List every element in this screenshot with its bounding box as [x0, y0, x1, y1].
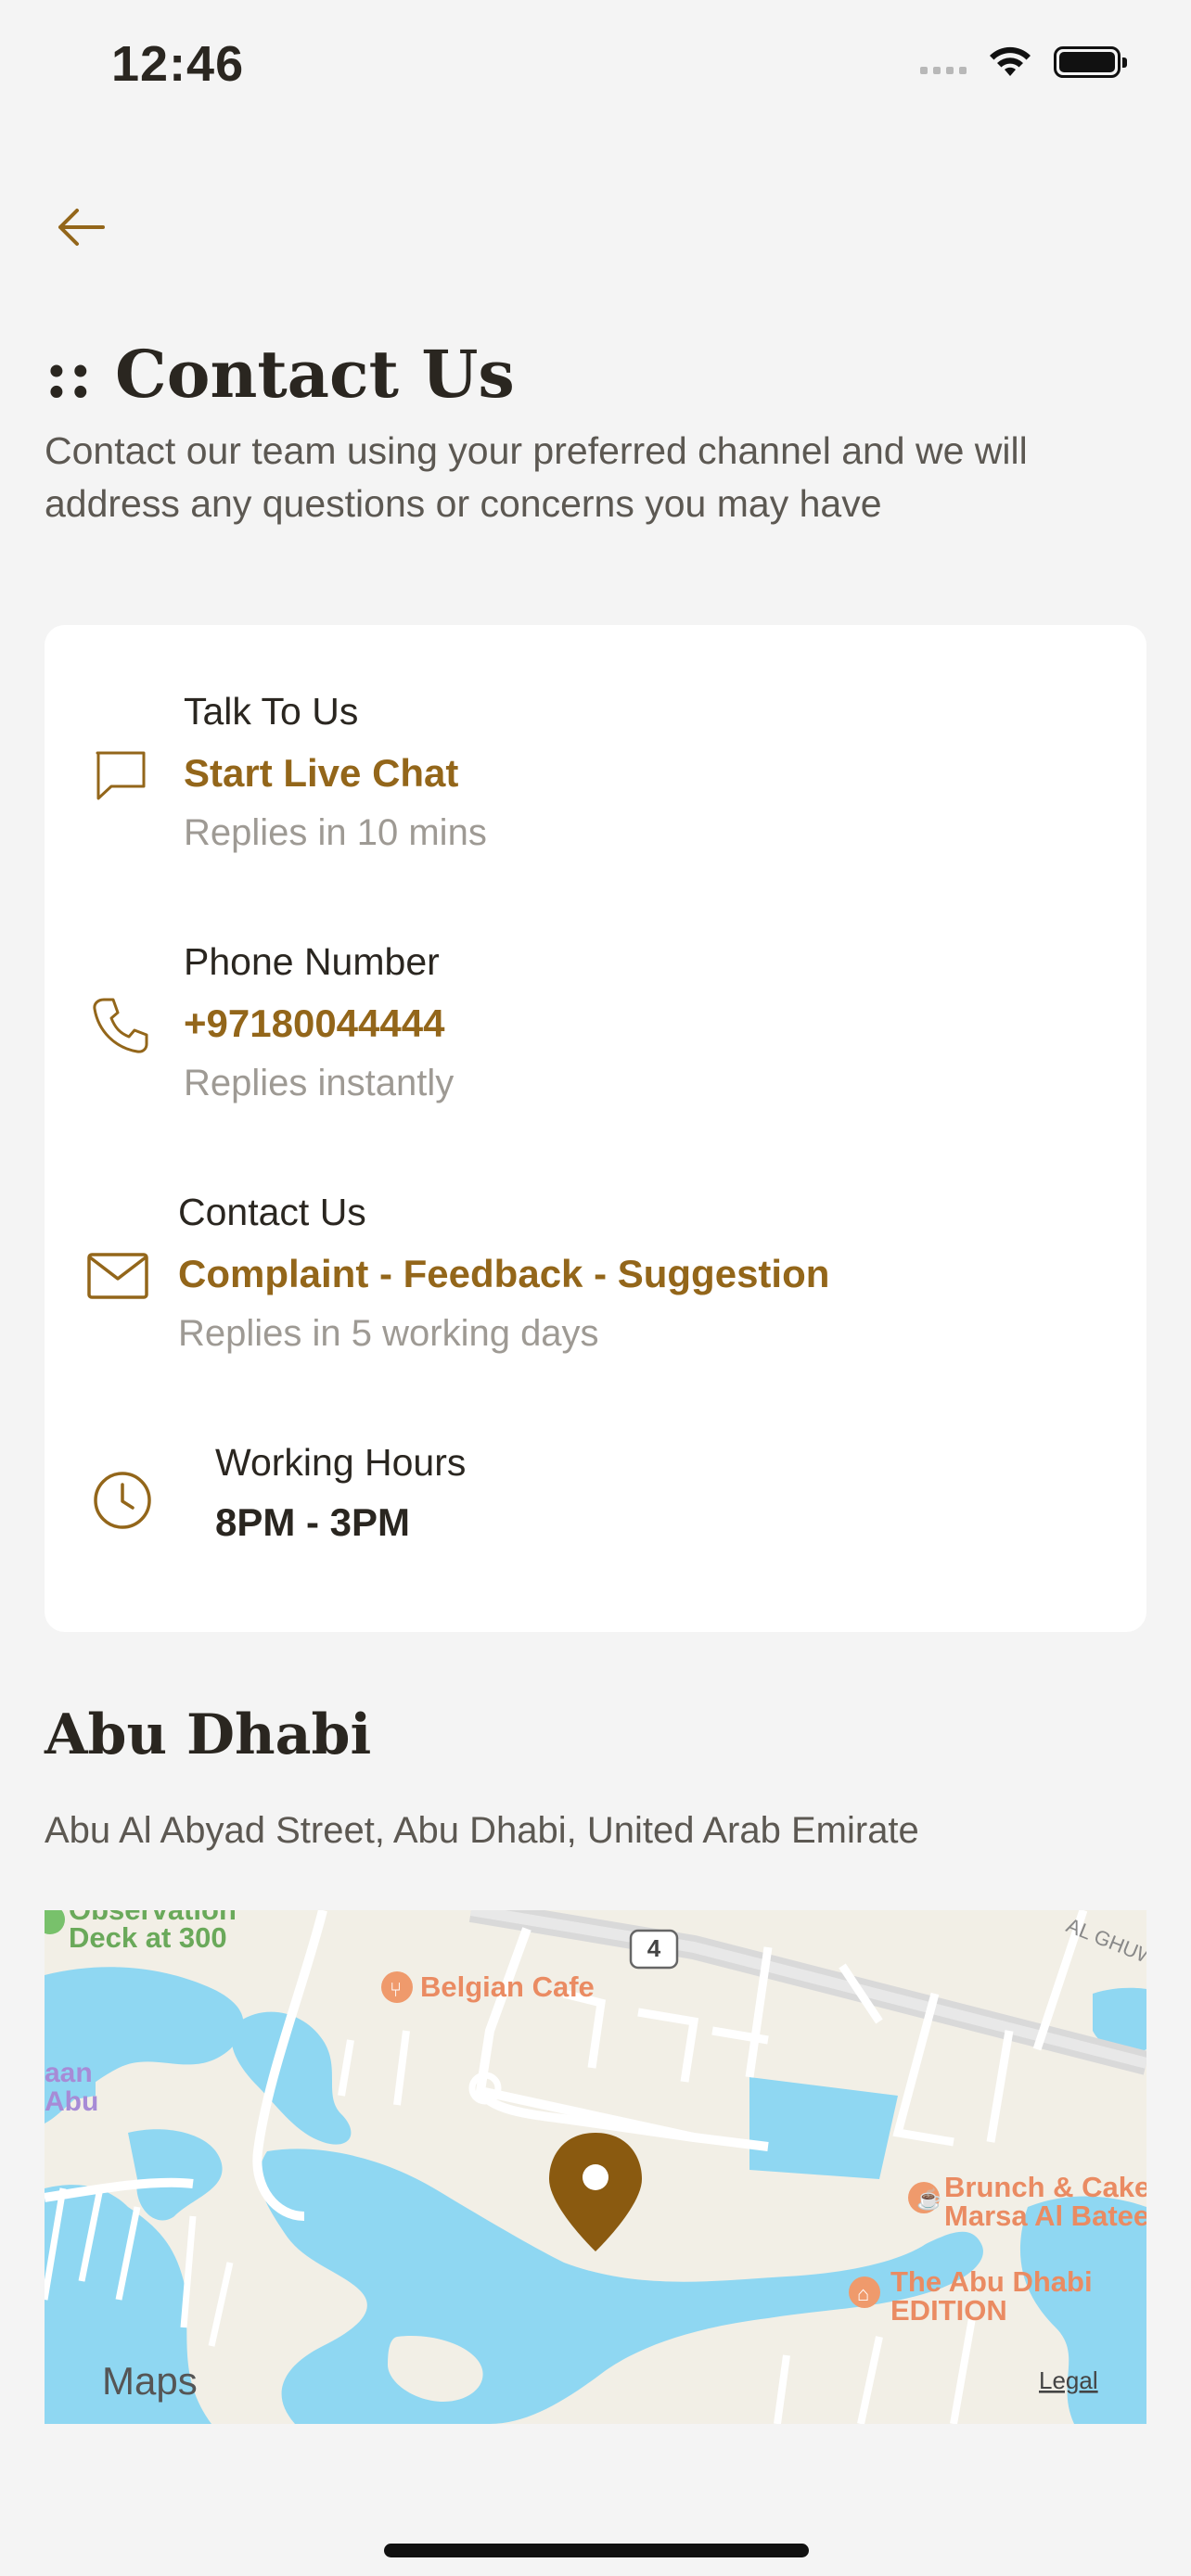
map-legal-link[interactable]: Legal [1039, 2366, 1098, 2394]
cafe-icon: ☕ [916, 2187, 941, 2211]
complaint-feedback-link[interactable]: Complaint - Feedback - Suggestion [178, 1252, 829, 1296]
working-hours-label: Working Hours [215, 1441, 467, 1484]
contact-card: Talk To Us Start Live Chat Replies in 10… [45, 625, 1146, 1632]
back-button[interactable] [48, 195, 113, 260]
wifi-icon [990, 46, 1031, 76]
location-city: Abu Dhabi [45, 1702, 372, 1767]
page-subtitle: Contact our team using your preferred ch… [45, 429, 1028, 525]
map-label-edition2: EDITION [890, 2294, 1007, 2327]
maps-brand: Maps [102, 2359, 198, 2403]
cellular-signal-icon [920, 50, 967, 74]
status-icons [920, 45, 1127, 80]
chat-bubble-icon [91, 746, 150, 805]
home-indicator [384, 2544, 809, 2557]
chat-label: Talk To Us [184, 690, 359, 733]
chat-reply-time: Replies in 10 mins [184, 812, 487, 853]
map-label-abu: Abu [45, 2086, 98, 2117]
status-bar: 12:46 [0, 0, 1191, 130]
phone-label: Phone Number [184, 940, 440, 983]
arrow-left-icon [58, 209, 105, 246]
phone-number-link[interactable]: +97180044444 [184, 1001, 444, 1046]
location-address: Abu Al Abyad Street, Abu Dhabi, United A… [45, 1810, 919, 1851]
contact-form-label: Contact Us [178, 1191, 366, 1233]
contact-form-row[interactable]: Contact Us Complaint - Feedback - Sugges… [45, 1181, 1146, 1385]
working-hours-row: Working Hours 8PM - 3PM [45, 1432, 1146, 1580]
road-number: 4 [647, 1934, 661, 1962]
live-chat-row[interactable]: Talk To Us Start Live Chat Replies in 10… [45, 681, 1146, 885]
page-title: :: Contact Us [45, 336, 515, 413]
start-live-chat-link[interactable]: Start Live Chat [184, 751, 458, 796]
map-label-brunch: Brunch & Cake [944, 2171, 1146, 2203]
phone-reply-time: Replies instantly [184, 1063, 455, 1103]
location-map[interactable]: 4 Observation Deck at 300 ⑂ Belgian Cafe… [45, 1910, 1146, 2424]
phone-icon [91, 996, 150, 1055]
working-hours-value: 8PM - 3PM [215, 1500, 411, 1544]
map-label-marsa: Marsa Al Bateen [944, 2200, 1146, 2232]
restaurant-icon: ⑂ [390, 1978, 402, 2001]
map-label-aan: aan [45, 2058, 93, 2088]
hotel-icon: ⌂ [857, 2282, 869, 2305]
map-label-belgian-cafe: Belgian Cafe [420, 1970, 595, 2003]
map-label-deck: Deck at 300 [69, 1921, 227, 1954]
battery-icon [1054, 46, 1127, 78]
mail-icon [85, 1248, 150, 1304]
status-time: 12:46 [111, 36, 245, 92]
contact-form-reply-time: Replies in 5 working days [178, 1313, 599, 1354]
phone-row[interactable]: Phone Number +97180044444 Replies instan… [45, 931, 1146, 1135]
clock-icon [91, 1469, 154, 1532]
map-label-edition: The Abu Dhabi [890, 2265, 1093, 2298]
